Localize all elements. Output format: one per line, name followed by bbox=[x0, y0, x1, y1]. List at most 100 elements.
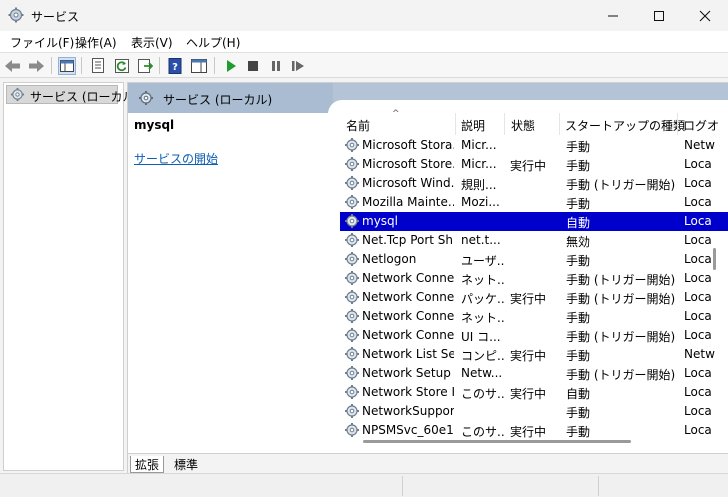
service-startup-type-cell: 手動 bbox=[566, 311, 591, 325]
menu-bar: ファイル(F) 操作(A) 表示(V) ヘルプ(H) bbox=[0, 31, 728, 53]
help-button[interactable]: ? bbox=[166, 57, 184, 75]
sort-ascending-icon: ^ bbox=[392, 109, 400, 119]
service-startup-type-cell: 手動 bbox=[566, 425, 591, 439]
window-title: サービス bbox=[31, 10, 80, 24]
column-divider[interactable] bbox=[559, 113, 560, 135]
service-status-cell: 実行中 bbox=[510, 292, 547, 306]
table-row[interactable]: Netlogon ユーザ... 手動 Loca bbox=[340, 250, 728, 269]
details-pane: サービス (ローカル) mysql サービスの開始 ^ 名前 説明 状態 スター… bbox=[127, 82, 728, 474]
column-divider[interactable] bbox=[455, 113, 456, 135]
stop-service-button[interactable] bbox=[244, 57, 262, 75]
properties-icon bbox=[92, 58, 104, 73]
export-list-icon bbox=[138, 59, 153, 73]
service-name-cell: Network Conne... bbox=[362, 328, 454, 342]
tab-standard[interactable]: 標準 bbox=[170, 456, 202, 473]
maximize-icon bbox=[654, 10, 664, 21]
menu-file[interactable]: ファイル(F) bbox=[10, 34, 74, 51]
console-tree: サービス (ローカル) bbox=[3, 82, 139, 471]
menu-help[interactable]: ヘルプ(H) bbox=[186, 34, 240, 51]
properties-button[interactable] bbox=[89, 57, 107, 75]
service-logon-cell: Loca bbox=[684, 157, 712, 171]
service-description-cell: ユーザ... bbox=[461, 254, 505, 268]
horizontal-scrollbar-thumb[interactable] bbox=[363, 440, 631, 443]
menu-action[interactable]: 操作(A) bbox=[75, 34, 117, 51]
tree-item-services-local[interactable]: サービス (ローカル) bbox=[6, 85, 139, 104]
service-startup-type-cell: 自動 bbox=[566, 216, 591, 230]
service-startup-type-cell: 手動 (トリガー開始) bbox=[566, 330, 676, 344]
pause-service-button[interactable] bbox=[267, 57, 285, 75]
close-button[interactable] bbox=[682, 0, 728, 31]
service-logon-cell: Loca bbox=[684, 233, 712, 247]
maximize-button[interactable] bbox=[636, 0, 682, 31]
toolbar-separator bbox=[81, 57, 82, 74]
table-row[interactable]: Microsoft Stora... Micr... 手動 Netw bbox=[340, 136, 728, 155]
column-divider[interactable] bbox=[504, 113, 505, 135]
start-service-link[interactable]: サービスの開始 bbox=[134, 150, 218, 167]
service-gear-icon bbox=[344, 384, 360, 400]
table-row[interactable]: Network Conne... ネット... 手動 Loca bbox=[340, 307, 728, 326]
service-description-cell: net.t... bbox=[461, 233, 501, 247]
table-row[interactable]: NetworkSupport 手動 Loca bbox=[340, 402, 728, 421]
minimize-icon bbox=[608, 15, 618, 16]
table-row[interactable]: Network List Se... コンピ... 実行中 手動 Netw bbox=[340, 345, 728, 364]
table-row[interactable]: Network Conne... パッケ... 実行中 手動 (トリガー開始) Loca bbox=[340, 288, 728, 307]
service-startup-type-cell: 手動 bbox=[566, 254, 591, 268]
services-list: ^ 名前 説明 状態 スタートアップの種類 ログオ Microsoft Stor… bbox=[340, 108, 728, 443]
column-divider[interactable] bbox=[677, 113, 678, 135]
column-header-status[interactable]: 状態 bbox=[511, 117, 535, 134]
close-icon bbox=[699, 10, 711, 21]
start-service-button[interactable] bbox=[222, 57, 240, 75]
view-tabs: 拡張 標準 bbox=[128, 453, 728, 474]
service-gear-icon bbox=[344, 175, 360, 191]
service-description-cell: このサ... bbox=[461, 425, 505, 439]
service-description-cell: Micr... bbox=[461, 157, 497, 171]
service-name-cell: NetworkSupport bbox=[362, 404, 454, 418]
vertical-scrollbar-thumb[interactable] bbox=[713, 248, 716, 270]
table-row[interactable]: Network Conne... ネット... 手動 (トリガー開始) Loca bbox=[340, 269, 728, 288]
column-header-description[interactable]: 説明 bbox=[461, 117, 485, 134]
service-startup-type-cell: 手動 bbox=[566, 349, 591, 363]
table-row[interactable]: Network Store I... このサ... 実行中 自動 Loca bbox=[340, 383, 728, 402]
column-header-name[interactable]: 名前 bbox=[346, 117, 370, 134]
table-row[interactable]: Network Setup ... Netw... 手動 (トリガー開始) Loca bbox=[340, 364, 728, 383]
export-list-button[interactable] bbox=[136, 57, 154, 75]
table-row[interactable]: Mozilla Mainte... Mozi... 手動 Loca bbox=[340, 193, 728, 212]
table-row[interactable]: Microsoft Store... Micr... 実行中 手動 Loca bbox=[340, 155, 728, 174]
menu-view[interactable]: 表示(V) bbox=[131, 34, 173, 51]
toolbar: ? bbox=[0, 53, 728, 78]
minimize-button[interactable] bbox=[590, 0, 636, 31]
table-row[interactable]: Network Conne... UI コ... 手動 (トリガー開始) Loca bbox=[340, 326, 728, 345]
column-header-logon[interactable]: ログオ bbox=[683, 117, 719, 134]
tab-extended[interactable]: 拡張 bbox=[130, 456, 165, 473]
service-description-cell: Netw... bbox=[461, 366, 503, 380]
service-gear-icon bbox=[344, 346, 360, 362]
show-hide-console-tree-button[interactable] bbox=[58, 57, 76, 75]
services-rows: Microsoft Stora... Micr... 手動 Netw Microsoft… bbox=[340, 136, 728, 440]
services-gear-icon bbox=[8, 7, 24, 23]
refresh-button[interactable] bbox=[113, 57, 131, 75]
service-startup-type-cell: 手動 (トリガー開始) bbox=[566, 368, 676, 382]
status-bar-divider bbox=[598, 476, 599, 496]
service-gear-icon bbox=[344, 327, 360, 343]
service-name-cell: Network List Se... bbox=[362, 347, 454, 361]
service-description-cell: Micr... bbox=[461, 138, 497, 152]
service-name-cell: Net.Tcp Port Sh... bbox=[362, 233, 454, 247]
back-button[interactable] bbox=[4, 57, 22, 75]
table-row[interactable]: NPSMSvc_60e1b このサ... 実行中 手動 Loca bbox=[340, 421, 728, 440]
table-row[interactable]: Net.Tcp Port Sh... net.t... 無効 Loca bbox=[340, 231, 728, 250]
title-bar: サービス bbox=[0, 0, 728, 31]
service-name-cell: Microsoft Store... bbox=[362, 157, 454, 171]
table-row[interactable]: mysql 自動 Loca bbox=[340, 212, 728, 231]
toolbar-separator bbox=[214, 57, 215, 74]
service-startup-type-cell: 手動 bbox=[566, 197, 591, 211]
service-name-cell: Network Setup ... bbox=[362, 366, 454, 380]
show-action-pane-button[interactable] bbox=[190, 57, 208, 75]
forward-button[interactable] bbox=[27, 57, 45, 75]
service-startup-type-cell: 手動 (トリガー開始) bbox=[566, 273, 676, 287]
action-pane-icon bbox=[191, 59, 207, 73]
service-name-cell: Network Conne... bbox=[362, 290, 454, 304]
service-name-cell: Network Store I... bbox=[362, 385, 454, 399]
table-row[interactable]: Microsoft Wind... 規則... 手動 (トリガー開始) Loca bbox=[340, 174, 728, 193]
resume-service-button[interactable] bbox=[289, 57, 307, 75]
column-header-startup-type[interactable]: スタートアップの種類 bbox=[565, 117, 685, 134]
